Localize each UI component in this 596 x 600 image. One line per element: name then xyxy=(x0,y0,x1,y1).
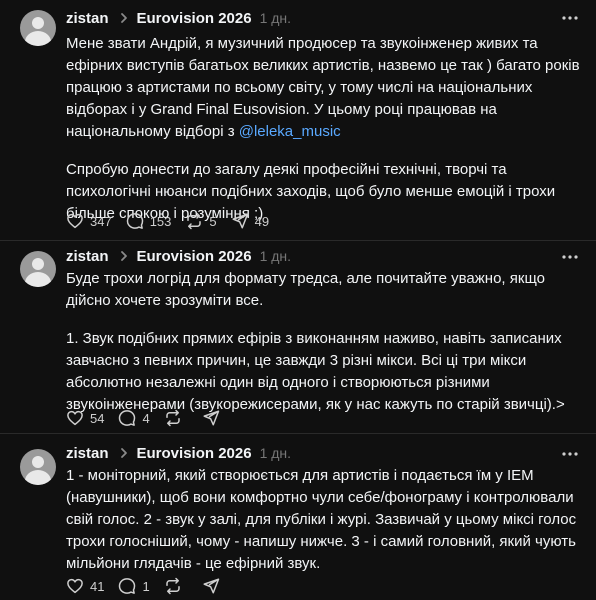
post-paragraph: Мене звати Андрій, я музичний продюсер т… xyxy=(66,35,580,140)
avatar[interactable] xyxy=(20,10,56,46)
post-body: Буде трохи логрід для формату тредса, ал… xyxy=(66,268,581,416)
like-count: 54 xyxy=(90,410,105,426)
post: zistan Eurovision 2026 1 дн. 1 - монітор… xyxy=(0,433,596,600)
like-count: 347 xyxy=(90,213,112,229)
post: zistan Eurovision 2026 1 дн. Мене звати … xyxy=(0,0,596,240)
timestamp: 1 дн. xyxy=(259,248,292,264)
username[interactable]: zistan xyxy=(66,248,109,265)
post: zistan Eurovision 2026 1 дн. Буде трохи … xyxy=(0,240,596,433)
post-header: zistan Eurovision 2026 1 дн. xyxy=(66,246,291,266)
chevron-right-icon xyxy=(117,11,131,25)
timestamp: 1 дн. xyxy=(259,445,292,461)
community-name[interactable]: Eurovision 2026 xyxy=(137,445,252,462)
mention-link[interactable]: @leleka_music xyxy=(239,123,341,140)
reply-count: 153 xyxy=(149,213,172,229)
heart-icon xyxy=(67,578,83,594)
chevron-right-icon xyxy=(117,249,131,263)
timestamp: 1 дн. xyxy=(259,10,292,26)
heart-icon xyxy=(67,213,83,229)
username[interactable]: zistan xyxy=(66,445,109,462)
repost-icon xyxy=(165,409,180,427)
post-paragraph: 1 - моніторний, який створюється для арт… xyxy=(66,467,577,572)
post-paragraph: 1. Звук подібних прямих ефірів з виконан… xyxy=(66,330,565,413)
like-button[interactable]: 54 xyxy=(66,409,104,427)
send-icon xyxy=(203,578,219,594)
chevron-right-icon xyxy=(117,446,131,460)
like-button[interactable]: 347 xyxy=(66,212,112,230)
reply-button[interactable]: 153 xyxy=(126,212,172,230)
post-header: zistan Eurovision 2026 1 дн. xyxy=(66,8,291,28)
thread-feed: zistan Eurovision 2026 1 дн. Мене звати … xyxy=(0,0,596,600)
more-options-icon[interactable] xyxy=(560,247,580,267)
post-body: Мене звати Андрій, я музичний продюсер т… xyxy=(66,33,581,225)
action-bar: 41 1 xyxy=(66,575,240,597)
repost-button[interactable]: 5 xyxy=(185,212,217,230)
reply-button[interactable]: 1 xyxy=(118,577,150,595)
send-icon xyxy=(203,410,219,426)
post-paragraph: Буде трохи логрід для формату тредса, ал… xyxy=(66,270,545,309)
repost-count: 5 xyxy=(209,213,217,229)
comment-icon xyxy=(119,578,136,594)
reply-count: 1 xyxy=(142,578,150,594)
reply-button[interactable]: 4 xyxy=(118,409,150,427)
post-body: 1 - моніторний, який створюється для арт… xyxy=(66,465,581,575)
community-name[interactable]: Eurovision 2026 xyxy=(137,248,252,265)
more-options-icon[interactable] xyxy=(560,444,580,464)
like-count: 41 xyxy=(90,578,105,594)
community-name[interactable]: Eurovision 2026 xyxy=(137,10,252,27)
action-bar: 54 4 xyxy=(66,407,240,429)
like-button[interactable]: 41 xyxy=(66,577,104,595)
heart-icon xyxy=(67,410,83,426)
reply-count: 4 xyxy=(142,410,150,426)
more-options-icon[interactable] xyxy=(560,8,580,28)
share-button[interactable] xyxy=(202,409,226,427)
repost-button[interactable] xyxy=(164,577,188,595)
avatar[interactable] xyxy=(20,251,56,287)
comment-icon xyxy=(126,213,143,229)
repost-button[interactable] xyxy=(164,409,188,427)
action-bar: 347 153 5 49 xyxy=(66,210,283,232)
avatar[interactable] xyxy=(20,449,56,485)
repost-icon xyxy=(165,577,180,595)
share-button[interactable] xyxy=(202,577,226,595)
share-count: 49 xyxy=(254,213,270,229)
comment-icon xyxy=(119,410,136,426)
repost-icon xyxy=(187,212,202,230)
share-button[interactable]: 49 xyxy=(231,212,269,230)
send-icon xyxy=(232,213,248,229)
post-header: zistan Eurovision 2026 1 дн. xyxy=(66,443,291,463)
username[interactable]: zistan xyxy=(66,10,109,27)
